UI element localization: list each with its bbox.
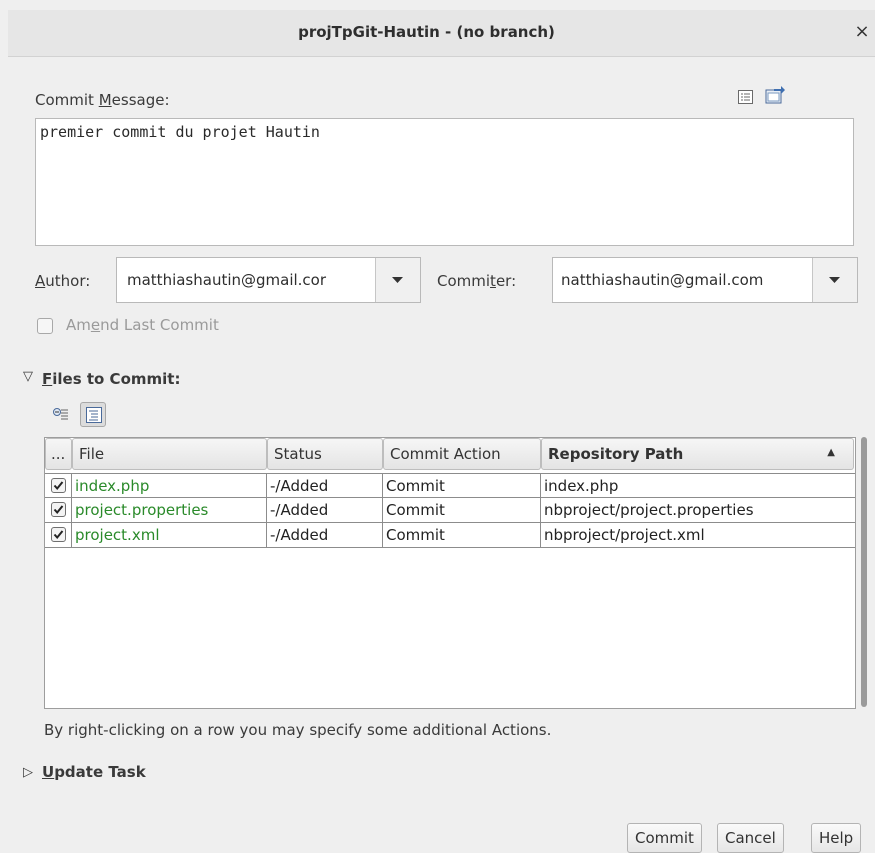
commit-action-cell[interactable]: Commit: [383, 523, 541, 547]
expand-tree-toggle[interactable]: [80, 402, 106, 427]
update-task-toggle[interactable]: ▷: [23, 765, 33, 780]
row-checkbox-cell: [45, 523, 72, 547]
author-label: Author:: [35, 272, 91, 290]
column-header-status[interactable]: Status: [267, 438, 383, 470]
files-section-toggle[interactable]: ▽: [23, 369, 33, 384]
commit-action-cell[interactable]: Commit: [383, 498, 541, 522]
row-checkbox[interactable]: [51, 502, 66, 517]
chevron-down-icon: [829, 277, 840, 283]
close-button[interactable]: ×: [851, 20, 873, 44]
file-name-cell: project.properties: [72, 498, 267, 522]
checkmark-icon: [53, 481, 64, 491]
committer-combo[interactable]: natthiashautin@gmail.com: [552, 257, 858, 303]
scrollbar-thumb[interactable]: [861, 437, 867, 707]
row-checkbox[interactable]: [51, 527, 66, 542]
table-header: ... File Status Commit Action Repository…: [45, 438, 855, 470]
commit-message-input[interactable]: premier commit du projet Hautin: [35, 118, 854, 246]
title-bar: projTpGit-Hautin - (no branch) ×: [8, 10, 875, 57]
table-scrollbar[interactable]: [860, 437, 870, 707]
table-row[interactable]: project.xml -/Added Commit nbproject/pro…: [45, 523, 855, 548]
author-value: matthiashautin@gmail.cor: [127, 271, 327, 289]
repository-path-cell: nbproject/project.xml: [544, 526, 705, 544]
column-header-file[interactable]: File: [72, 438, 267, 470]
table-row[interactable]: project.properties -/Added Commit nbproj…: [45, 498, 855, 523]
repository-path-cell: index.php: [544, 477, 619, 495]
checkmark-icon: [53, 530, 64, 540]
amend-checkbox[interactable]: [37, 318, 53, 334]
file-name-cell: project.xml: [72, 523, 267, 547]
files-section-title: Files to Commit:: [42, 370, 181, 388]
commit-action-cell[interactable]: Commit: [383, 474, 541, 498]
actions-hint: By right-clicking on a row you may speci…: [44, 721, 552, 739]
collapse-tree-icon[interactable]: [52, 405, 70, 423]
column-header-repository-path[interactable]: Repository Path ▲: [541, 438, 854, 470]
status-cell: -/Added: [267, 474, 383, 498]
files-table: ... File Status Commit Action Repository…: [44, 437, 856, 709]
amend-label: Amend Last Commit: [66, 316, 219, 334]
row-checkbox-cell: [45, 498, 72, 522]
update-task-title[interactable]: Update Task: [42, 763, 146, 781]
checkmark-icon: [53, 505, 64, 515]
chevron-down-icon: [392, 277, 403, 283]
status-cell: -/Added: [267, 498, 383, 522]
recent-messages-icon[interactable]: [737, 88, 755, 106]
repository-path-cell: nbproject/project.properties: [544, 501, 754, 519]
window-title: projTpGit-Hautin - (no branch): [298, 23, 555, 41]
row-checkbox-cell: [45, 474, 72, 498]
table-row[interactable]: index.php -/Added Commit index.php: [45, 473, 855, 498]
committer-dropdown-button[interactable]: [812, 258, 857, 302]
commit-message-label: Commit Message:: [35, 91, 170, 109]
file-name-cell: index.php: [72, 474, 267, 498]
committer-label: Commiter:: [437, 272, 517, 290]
author-dropdown-button[interactable]: [375, 258, 420, 302]
committer-value: natthiashautin@gmail.com: [561, 271, 764, 289]
author-combo[interactable]: matthiashautin@gmail.cor: [116, 257, 421, 303]
row-checkbox[interactable]: [51, 478, 66, 493]
sort-ascending-icon: ▲: [827, 447, 835, 458]
column-header-options[interactable]: ...: [45, 438, 72, 470]
load-template-icon[interactable]: [764, 86, 786, 106]
expand-tree-icon: [86, 407, 102, 423]
status-cell: -/Added: [267, 523, 383, 547]
column-header-commit-action[interactable]: Commit Action: [383, 438, 541, 470]
